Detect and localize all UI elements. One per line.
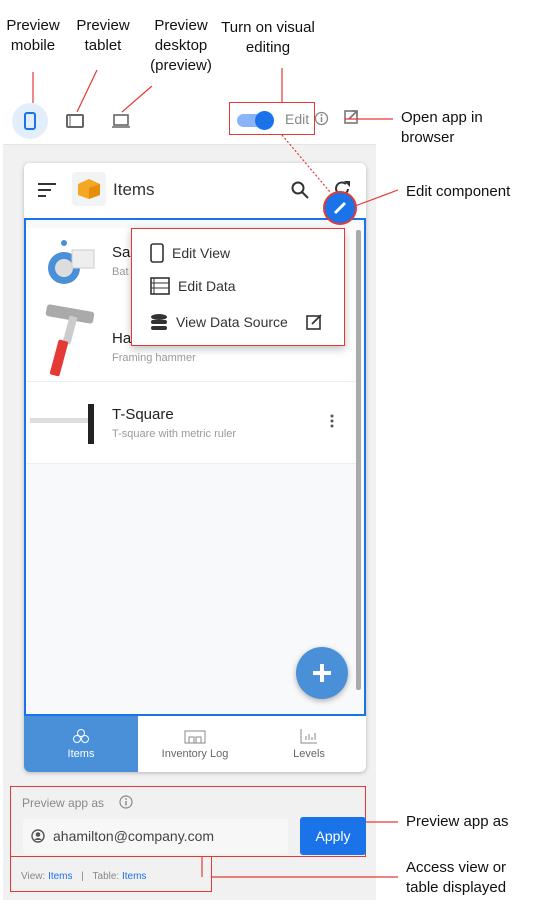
menu-edit-view[interactable]: Edit View [150,243,230,263]
table-icon [150,277,170,295]
preview-mobile-button[interactable] [12,103,48,139]
edit-component-button[interactable] [323,191,357,225]
search-icon[interactable] [291,181,309,199]
menu-edit-data[interactable]: Edit Data [150,277,236,295]
preview-desktop-button[interactable] [103,103,139,139]
email-field[interactable]: ahamilton@company.com [23,819,288,854]
view-table-footer: View: Items | Table: Items [10,856,212,892]
add-button[interactable] [296,647,348,699]
app-header: Items [24,163,366,217]
annotation-preview-desktop: Preview desktop (preview) [150,17,212,74]
open-in-new-icon[interactable] [343,109,359,125]
phone-icon [24,112,36,130]
menu-view-data-source[interactable]: View Data Source [150,313,322,331]
item-title: Sa [112,244,131,261]
saw-image [48,240,95,284]
annotation-preview-mobile: Preview mobile [6,17,60,54]
warehouse-icon [184,730,206,744]
menu-icon[interactable] [38,183,56,197]
preview-toolbar: Edit [3,95,376,145]
bottom-nav: Items Inventory Log Levels [24,716,366,772]
app-title: Items [113,180,155,199]
info-icon[interactable] [119,795,133,809]
nav-label: Items [67,748,95,760]
email-value: ahamilton@company.com [53,828,215,844]
open-in-new-icon [306,314,322,330]
menu-label: Edit View [172,245,231,261]
annotation-box-edit [229,102,315,135]
preview-as-section: Preview app as ahamilton@company.com App… [10,786,366,857]
annotation-open-browser: Open app in browser [401,109,483,146]
laptop-icon [112,114,130,128]
preview-as-label: Preview app as [22,796,105,810]
table-link[interactable]: Items [122,871,146,882]
item-subtitle: Framing hammer [112,352,196,364]
preview-tablet-button[interactable] [57,103,93,139]
more-vert-icon[interactable] [330,414,334,428]
hammer-image [45,304,95,377]
plus-icon [313,664,331,682]
cubes-icon [73,729,89,743]
annotation-edit-component: Edit component [406,183,511,200]
menu-label: Edit Data [178,278,236,294]
t-square-image [30,404,94,444]
nav-label: Levels [293,748,325,760]
item-subtitle: Bat [112,266,129,278]
database-icon [151,314,167,330]
separator: | [81,871,84,882]
item-subtitle: T-square with metric ruler [112,428,237,440]
annotation-visual-editing: Turn on visual editing [221,19,315,56]
annotation-preview-as: Preview app as [406,813,509,830]
annotation-preview-tablet: Preview tablet [76,17,130,54]
box-icon [78,179,100,199]
tablet-icon [66,114,84,128]
edit-menu: Edit View Edit Data View Data Source [131,228,345,346]
view-label: View: [21,871,46,882]
apply-button[interactable]: Apply [300,817,366,855]
bar-chart-icon [300,729,317,744]
view-link[interactable]: Items [48,871,72,882]
item-title: Ha [112,330,132,347]
table-label: Table: [92,871,120,882]
item-title: T-Square [112,406,174,423]
phone-icon [150,243,164,263]
nav-inventory-log[interactable]: Inventory Log [138,716,252,772]
nav-items[interactable]: Items [24,716,138,772]
app-logo [72,172,106,206]
menu-label: View Data Source [176,314,288,330]
nav-label: Inventory Log [161,748,229,760]
annotation-access-view: Access view or table displayed [406,859,507,896]
scrollbar[interactable] [356,230,361,690]
pencil-icon [333,201,347,215]
list-item[interactable]: T-Square T-square with metric ruler [26,382,356,464]
info-icon[interactable] [314,111,329,126]
account-icon [31,829,45,843]
nav-levels[interactable]: Levels [252,716,366,772]
